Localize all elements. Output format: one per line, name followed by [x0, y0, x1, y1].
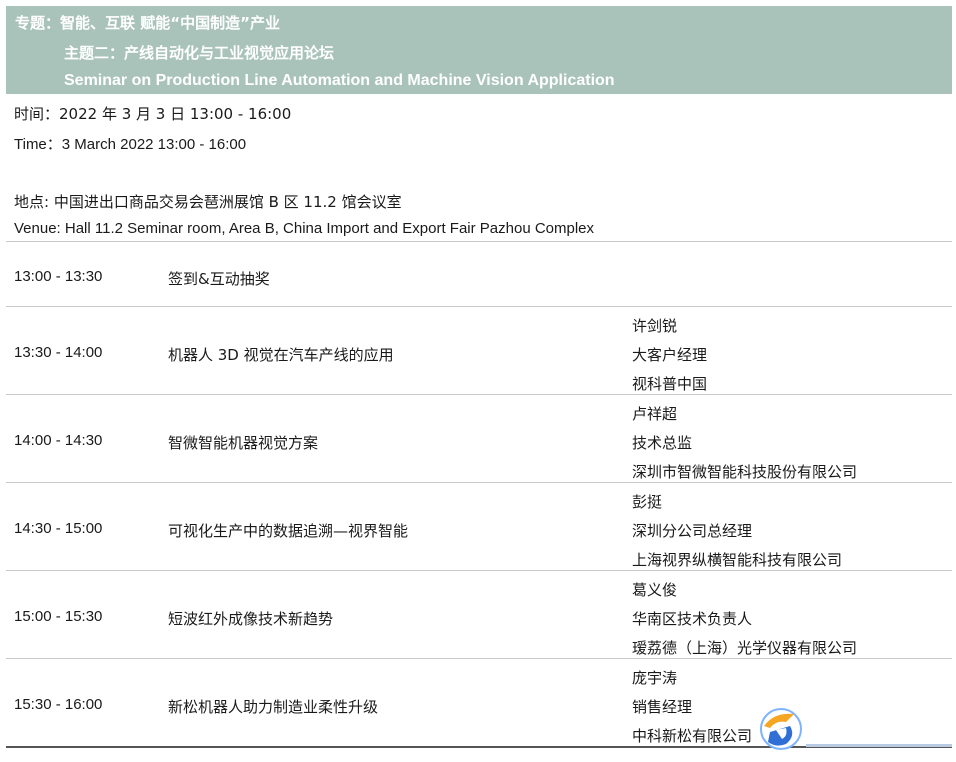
speaker-company: 瑷荔德（上海）光学仪器有限公司	[632, 639, 858, 657]
speaker-name: 庞宇涛	[632, 669, 678, 687]
session-time: 15:30 - 16:00	[14, 696, 103, 713]
logo-watermark-bar	[806, 744, 952, 747]
divider	[6, 570, 952, 571]
header-english-title: Seminar on Production Line Automation an…	[64, 72, 615, 89]
divider	[6, 482, 952, 483]
speaker-company: 中科新松有限公司	[632, 727, 753, 745]
time-en: Time：3 March 2022 13:00 - 16:00	[14, 136, 247, 153]
speaker-title: 大客户经理	[632, 346, 708, 364]
speaker-title: 销售经理	[632, 698, 693, 716]
divider	[6, 658, 952, 659]
session-time: 15:00 - 15:30	[14, 608, 103, 625]
venue-cn: 地点: 中国进出口商品交易会琶洲展馆 B 区 11.2 馆会议室	[14, 193, 402, 211]
speaker-title: 华南区技术负责人	[632, 610, 753, 628]
session-topic: 机器人 3D 视觉在汽车产线的应用	[168, 346, 394, 364]
session-topic: 新松机器人助力制造业柔性升级	[168, 698, 379, 716]
forum-header: 专题：智能、互联 赋能“中国制造”产业 主题二：产线自动化与工业视觉应用论坛 S…	[6, 6, 952, 94]
venue-en: Venue: Hall 11.2 Seminar room, Area B, C…	[14, 220, 595, 237]
header-theme: 主题二：产线自动化与工业视觉应用论坛	[64, 44, 335, 62]
speaker-name: 许剑锐	[632, 317, 678, 335]
divider	[6, 306, 952, 307]
speaker-company: 深圳市智微智能科技股份有限公司	[632, 463, 858, 481]
speaker-company: 上海视界纵横智能科技有限公司	[632, 551, 843, 569]
logo-icon	[760, 708, 802, 750]
session-time: 14:00 - 14:30	[14, 432, 103, 449]
speaker-company: 视科普中国	[632, 375, 708, 393]
session-topic: 可视化生产中的数据追溯—视界智能	[168, 522, 409, 540]
divider	[6, 241, 952, 242]
divider	[6, 394, 952, 395]
session-time: 13:00 - 13:30	[14, 268, 103, 285]
session-time: 14:30 - 15:00	[14, 520, 103, 537]
speaker-name: 卢祥超	[632, 405, 678, 423]
speaker-name: 葛义俊	[632, 581, 678, 599]
session-time: 13:30 - 14:00	[14, 344, 103, 361]
speaker-title: 技术总监	[632, 434, 693, 452]
speaker-name: 彭挺	[632, 493, 663, 511]
session-topic: 签到&互动抽奖	[168, 270, 270, 288]
session-topic: 智微智能机器视觉方案	[168, 434, 319, 452]
speaker-title: 深圳分公司总经理	[632, 522, 753, 540]
session-topic: 短波红外成像技术新趋势	[168, 610, 334, 628]
header-topic: 专题：智能、互联 赋能“中国制造”产业	[15, 14, 280, 32]
time-cn: 时间：2022 年 3 月 3 日 13:00 - 16:00	[14, 105, 292, 123]
